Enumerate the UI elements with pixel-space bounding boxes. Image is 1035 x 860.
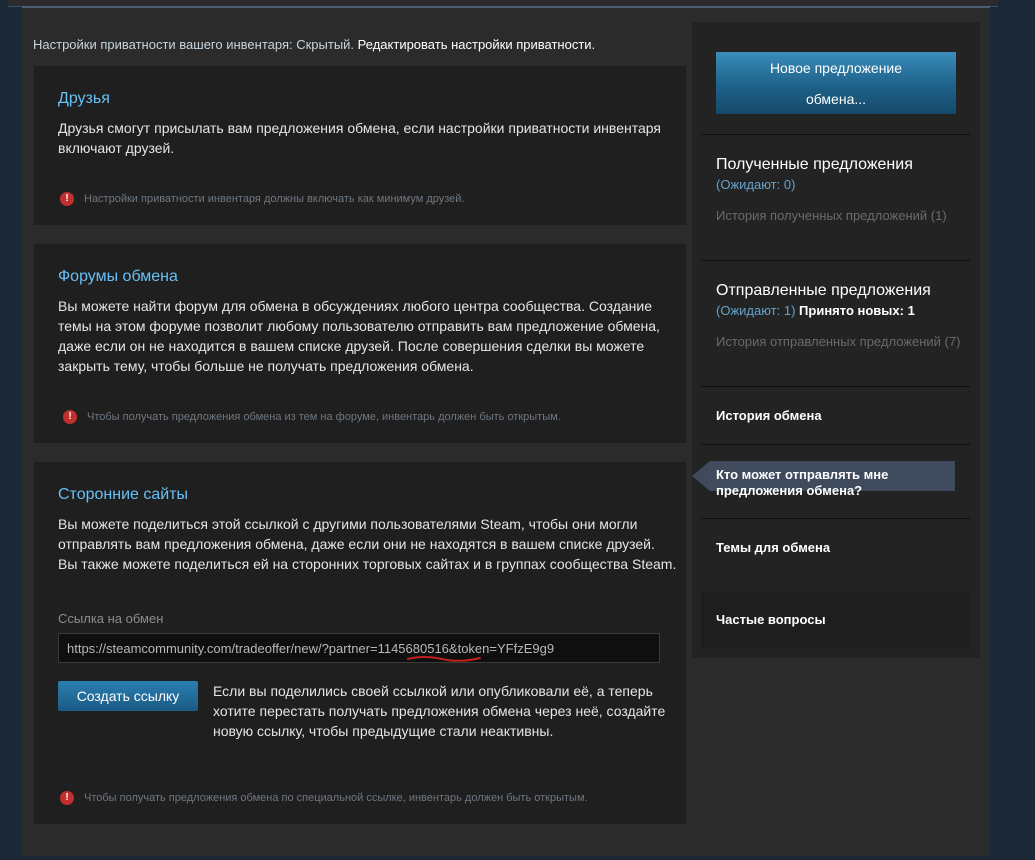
friends-warning-text: Настройки приватности инвентаря должны в… (84, 193, 465, 205)
sent-pending-count: (Ожидают: 1) (716, 303, 796, 318)
underline-annotation (407, 656, 481, 662)
who-can-send-link[interactable]: Кто может отправлять мне предложения обм… (692, 461, 955, 498)
third-party-title: Сторонние сайты (58, 486, 189, 503)
faq-link[interactable]: Частые вопросы (716, 612, 826, 627)
trade-history-link[interactable]: История обмена (716, 408, 822, 423)
friends-description: Друзья смогут присылать вам предложения … (58, 120, 661, 156)
active-pointer-icon (692, 461, 710, 491)
warning-icon: ! (60, 791, 74, 805)
who-can-send-label: Кто может отправлять мне предложения обм… (716, 467, 889, 498)
third-party-warning: ! Чтобы получать предложения обмена по с… (60, 791, 588, 805)
forums-description: Вы можете найти форум для обмена в обсуж… (58, 298, 660, 374)
forums-panel: Форумы обмена Вы можете найти форум для … (34, 244, 686, 443)
forums-warning-text: Чтобы получать предложения обмена из тем… (87, 411, 561, 423)
third-party-panel: Сторонние сайты Вы можете поделиться это… (34, 462, 686, 824)
privacy-status-text: Настройки приватности вашего инвентаря: … (33, 37, 355, 52)
new-offer-button[interactable]: Новое предложение обмена... (716, 52, 956, 114)
forums-warning: ! Чтобы получать предложения обмена из т… (63, 410, 561, 424)
trade-link-label: Ссылка на обмен (58, 611, 164, 626)
divider (701, 260, 970, 261)
received-history-link[interactable]: История полученных предложений (1) (716, 208, 961, 224)
sent-history-link[interactable]: История отправленных предложений (7) (716, 334, 961, 350)
create-link-note: Если вы поделились своей ссылкой или опу… (213, 683, 666, 739)
new-offer-label-1: Новое предложение (769, 60, 903, 76)
received-offers-link[interactable]: Полученные предложения (716, 156, 913, 174)
friends-panel: Друзья Друзья смогут присылать вам предл… (34, 66, 686, 225)
trade-sidebar: Новое предложение обмена... Полученные п… (692, 22, 980, 658)
third-party-warning-text: Чтобы получать предложения обмена по спе… (84, 792, 588, 804)
warning-icon: ! (60, 192, 74, 206)
divider (701, 518, 970, 519)
third-party-description: Вы можете поделиться этой ссылкой с друг… (58, 516, 677, 572)
divider (701, 386, 970, 387)
sent-accepted-count: Принято новых: 1 (799, 303, 915, 318)
forums-title: Форумы обмена (58, 268, 178, 285)
create-link-button[interactable]: Создать ссылку (58, 681, 198, 711)
divider (701, 444, 970, 445)
sent-offers-link[interactable]: Отправленные предложения (716, 282, 931, 300)
privacy-status: Настройки приватности вашего инвентаря: … (33, 37, 595, 52)
friends-title: Друзья (58, 90, 110, 107)
friends-warning: ! Настройки приватности инвентаря должны… (60, 192, 465, 206)
new-offer-label-2: обмена... (805, 91, 867, 107)
trade-link-field[interactable]: https://steamcommunity.com/tradeoffer/ne… (58, 633, 660, 663)
divider (701, 134, 970, 135)
edit-privacy-link[interactable]: Редактировать настройки приватности. (358, 37, 596, 52)
sent-offers-status: (Ожидают: 1) Принято новых: 1 (716, 303, 915, 318)
received-pending-count: (Ожидают: 0) (716, 177, 796, 192)
warning-icon: ! (63, 410, 77, 424)
trade-topics-link[interactable]: Темы для обмена (716, 540, 830, 555)
